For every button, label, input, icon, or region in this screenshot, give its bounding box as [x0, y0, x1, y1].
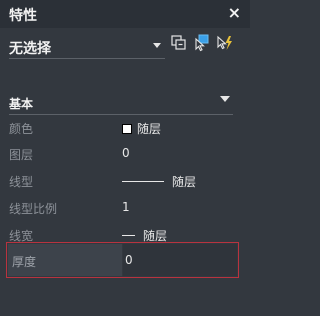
collapse-icon[interactable]: [220, 96, 230, 102]
toggle-pickadd-icon[interactable]: [170, 34, 188, 52]
color-value-text: 随层: [137, 122, 162, 136]
thickness-input[interactable]: [123, 244, 237, 276]
property-row-color[interactable]: 颜色 随层: [9, 117, 233, 137]
property-label: 线型: [9, 175, 34, 189]
property-row-layer[interactable]: 图层 0: [9, 143, 233, 163]
property-label: 颜色: [9, 122, 34, 136]
property-value: 随层: [122, 173, 196, 190]
section-basic-title: 基本: [9, 97, 34, 111]
property-row-thickness[interactable]: 厚度: [6, 242, 239, 278]
property-label: 图层: [9, 148, 34, 162]
selection-dropdown-value: 无选择: [9, 41, 51, 57]
selection-dropdown[interactable]: 无选择: [9, 34, 165, 59]
chevron-down-icon[interactable]: [153, 43, 161, 48]
lineweight-value-text: 随层: [143, 229, 168, 243]
property-row-linetype[interactable]: 线型 随层: [9, 170, 233, 190]
property-value: 1: [122, 200, 130, 214]
lineweight-sample-icon: [122, 235, 135, 236]
property-label-cell: 厚度: [8, 244, 122, 276]
section-basic-header[interactable]: 基本: [9, 92, 233, 115]
property-row-linetype-scale[interactable]: 线型比例 1: [9, 197, 233, 217]
property-value: 随层: [122, 120, 161, 137]
select-objects-icon[interactable]: [193, 34, 211, 52]
property-value: 0: [122, 146, 130, 160]
linetype-value-text: 随层: [172, 175, 197, 189]
property-row-lineweight[interactable]: 线宽 随层: [9, 224, 233, 244]
property-label: 线型比例: [9, 202, 58, 216]
property-label: 厚度: [12, 255, 37, 269]
close-icon[interactable]: ×: [228, 3, 241, 22]
panel-title: 特性: [9, 8, 37, 24]
panel-titlebar: 特性 ×: [0, 0, 250, 28]
color-swatch-icon: [122, 123, 132, 134]
quick-select-icon[interactable]: [216, 34, 234, 52]
linetype-sample-icon: [122, 181, 164, 182]
